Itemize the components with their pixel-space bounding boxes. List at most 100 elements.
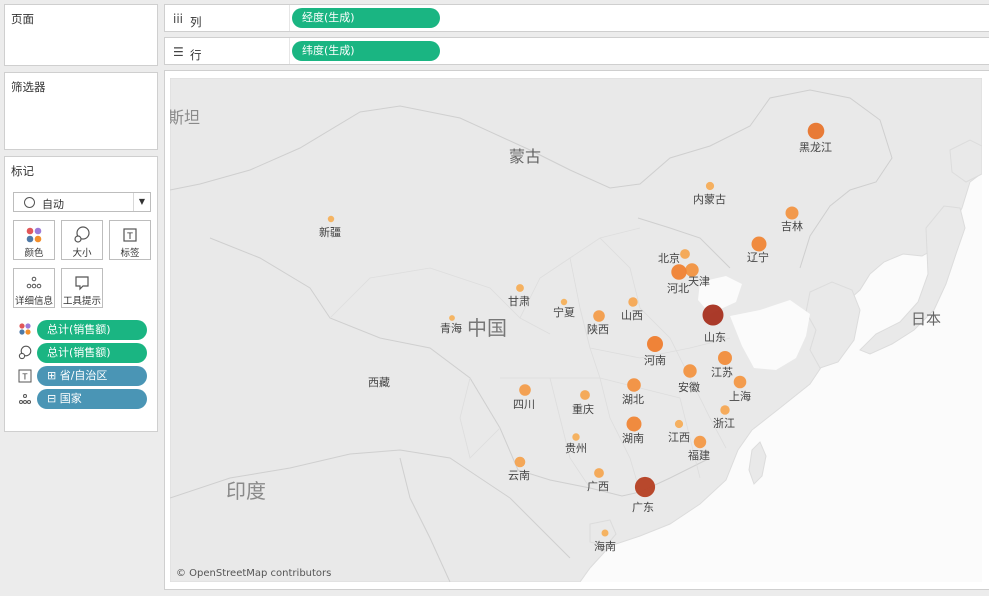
tooltip-button-label: 工具提示 bbox=[62, 296, 101, 307]
province-label: 四川 bbox=[513, 398, 535, 411]
columns-icon: iii bbox=[173, 12, 184, 26]
longitude-pill[interactable]: 经度(生成) bbox=[292, 8, 440, 28]
province-mark[interactable] bbox=[693, 435, 707, 449]
province-label: 西藏 bbox=[368, 376, 390, 389]
province-label: 天津 bbox=[688, 275, 710, 288]
map-attribution[interactable]: © OpenStreetMap contributors bbox=[176, 568, 331, 579]
province-mark[interactable] bbox=[705, 181, 715, 191]
province-mark[interactable] bbox=[516, 284, 524, 292]
color-icon bbox=[26, 227, 42, 243]
province-label: 山东 bbox=[704, 331, 726, 344]
label-button[interactable]: T 标签 bbox=[109, 220, 151, 260]
size-icon bbox=[74, 226, 90, 243]
size-icon bbox=[18, 345, 32, 360]
columns-shelf[interactable]: iii 列 经度(生成) bbox=[164, 4, 989, 32]
province-mark[interactable] bbox=[514, 456, 526, 468]
province-label: 山西 bbox=[621, 309, 643, 322]
country-label-mongolia: 蒙古 bbox=[509, 147, 541, 166]
rows-shelf[interactable]: ☰ 行 纬度(生成) bbox=[164, 37, 989, 65]
province-mark[interactable] bbox=[674, 419, 684, 429]
province-mark[interactable] bbox=[785, 206, 799, 220]
province-mark[interactable] bbox=[647, 336, 663, 352]
province-mark[interactable] bbox=[627, 378, 641, 392]
label-field-pill[interactable]: ⊞ 省/自治区 bbox=[37, 366, 147, 386]
detail-icon bbox=[26, 276, 42, 289]
province-mark[interactable] bbox=[733, 375, 747, 389]
province-label: 青海 bbox=[440, 321, 462, 335]
map-canvas[interactable]: 斯坦 蒙古 中国 印度 日本 黑龙江内蒙古吉林辽宁 北京天津河北 新疆甘肃宁夏青海 陕… bbox=[170, 78, 982, 582]
filters-title: 筛选器 bbox=[11, 80, 46, 94]
filters-card[interactable]: 筛选器 bbox=[4, 72, 158, 150]
province-label: 贵州 bbox=[565, 442, 587, 455]
size-button[interactable]: 大小 bbox=[61, 220, 103, 260]
marks-card: 标记 自动 ▼ 颜色 大小 T 标签 详细信息 工具提示 总计(销售额) 总计(… bbox=[4, 156, 158, 432]
svg-text:T: T bbox=[126, 232, 133, 242]
province-mark[interactable] bbox=[807, 122, 825, 140]
shelf-divider bbox=[289, 5, 290, 31]
province-mark[interactable] bbox=[594, 468, 604, 478]
rows-icon: ☰ bbox=[173, 45, 184, 59]
province-mark[interactable] bbox=[626, 416, 642, 432]
province-label: 甘肃 bbox=[508, 295, 530, 308]
province-mark[interactable] bbox=[680, 249, 690, 259]
latitude-pill[interactable]: 纬度(生成) bbox=[292, 41, 440, 61]
rows-label: 行 bbox=[190, 48, 202, 62]
province-label: 浙江 bbox=[713, 417, 735, 430]
province-mark[interactable] bbox=[580, 390, 590, 400]
province-mark[interactable] bbox=[683, 364, 697, 378]
province-label: 新疆 bbox=[319, 225, 341, 239]
province-label: 北京 bbox=[658, 251, 680, 265]
province-mark[interactable] bbox=[327, 215, 335, 223]
country-label-japan: 日本 bbox=[911, 310, 941, 328]
province-mark[interactable] bbox=[560, 298, 568, 306]
chevron-down-icon[interactable]: ▼ bbox=[133, 193, 150, 211]
province-label: 宁夏 bbox=[553, 305, 575, 319]
detail-button-label: 详细信息 bbox=[14, 296, 53, 307]
circle-icon bbox=[24, 197, 35, 208]
province-label: 湖南 bbox=[622, 432, 644, 445]
mark-type-dropdown[interactable]: 自动 ▼ bbox=[13, 192, 151, 212]
detail-icon bbox=[19, 394, 31, 404]
province-label: 湖北 bbox=[622, 393, 644, 406]
province-mark[interactable] bbox=[593, 310, 605, 322]
columns-label: 列 bbox=[190, 15, 202, 29]
text-label-icon: T bbox=[123, 228, 137, 242]
province-mark[interactable] bbox=[519, 384, 531, 396]
color-button[interactable]: 颜色 bbox=[13, 220, 55, 260]
tooltip-icon bbox=[75, 276, 89, 291]
pages-card[interactable]: 页面 bbox=[4, 4, 158, 66]
color-icon bbox=[19, 323, 31, 335]
pages-title: 页面 bbox=[11, 12, 34, 26]
province-mark[interactable] bbox=[449, 315, 455, 321]
tooltip-button[interactable]: 工具提示 bbox=[61, 268, 103, 308]
detail-button[interactable]: 详细信息 bbox=[13, 268, 55, 308]
province-mark[interactable] bbox=[702, 304, 724, 326]
province-label: 云南 bbox=[508, 469, 530, 482]
country-label-india: 印度 bbox=[226, 479, 266, 503]
detail-field-pill[interactable]: ⊟ 国家 bbox=[37, 389, 147, 409]
color-field-pill[interactable]: 总计(销售额) bbox=[37, 320, 147, 340]
province-mark[interactable] bbox=[720, 405, 730, 415]
province-label: 河北 bbox=[667, 282, 689, 295]
province-mark[interactable] bbox=[572, 433, 580, 441]
province-label: 上海 bbox=[729, 389, 751, 403]
province-label: 广西 bbox=[587, 480, 609, 493]
svg-text:T: T bbox=[22, 373, 28, 382]
province-label: 辽宁 bbox=[747, 250, 769, 264]
province-mark[interactable] bbox=[671, 264, 687, 280]
province-mark[interactable] bbox=[718, 351, 732, 365]
map-view[interactable]: 斯坦 蒙古 中国 印度 日本 黑龙江 内蒙古 吉林 辽宁 北京 天津 河北 新疆 甘肃 宁夏 青海 陕… bbox=[170, 78, 982, 582]
marks-title: 标记 bbox=[11, 164, 34, 178]
province-mark[interactable] bbox=[601, 529, 609, 537]
province-mark[interactable] bbox=[634, 476, 656, 498]
province-mark[interactable] bbox=[751, 236, 767, 252]
province-label: 安徽 bbox=[678, 380, 700, 394]
label-icon: T bbox=[18, 369, 32, 383]
province-label: 江西 bbox=[668, 431, 690, 444]
province-label: 吉林 bbox=[781, 219, 803, 233]
province-label: 海南 bbox=[594, 539, 616, 553]
mark-type-value: 自动 bbox=[42, 198, 64, 211]
province-mark[interactable] bbox=[628, 297, 638, 307]
size-field-pill[interactable]: 总计(销售额) bbox=[37, 343, 147, 363]
country-label-china: 中国 bbox=[467, 316, 507, 340]
